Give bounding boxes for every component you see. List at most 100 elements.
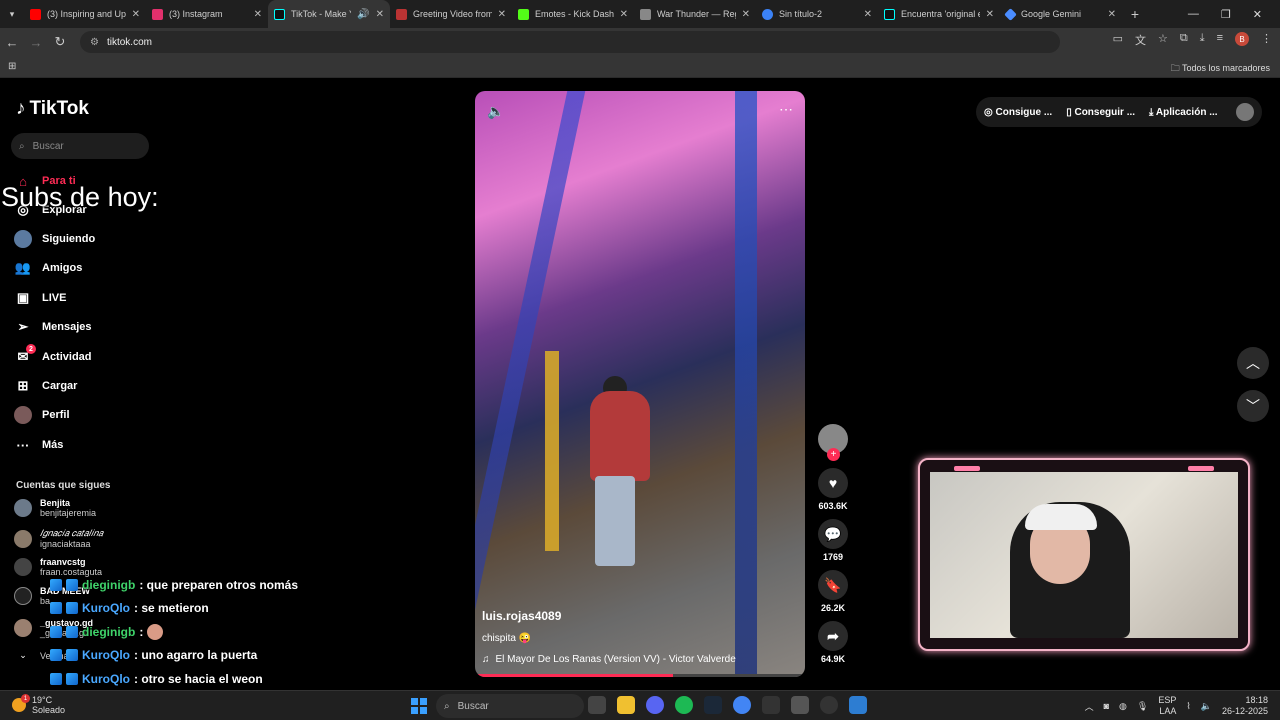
browser-tab[interactable]: Emotes - Kick Dashb ✕ [512, 0, 634, 28]
back-button[interactable]: ← [0, 35, 24, 50]
more-options-icon[interactable]: ⋯ [779, 101, 793, 118]
wifi-icon[interactable]: ⌇ [1186, 701, 1190, 712]
nav-label: Amigos [42, 262, 83, 274]
browser-tab[interactable]: (3) Inspiring and Upli ✕ [24, 0, 146, 28]
extensions-icon[interactable]: ⧉ [1180, 32, 1188, 48]
forward-button[interactable]: → [24, 35, 48, 50]
get-app-button[interactable]: ▯ Conseguir ... [1066, 107, 1135, 118]
close-icon[interactable]: ✕ [132, 9, 140, 20]
share-button[interactable]: ➦ 64.9K [815, 621, 851, 664]
tab-search-button[interactable]: ▾ [0, 0, 24, 28]
video-player[interactable]: 🔈 ⋯ luis.rojas4089 chispita 😜 ♫ El Mayor … [475, 91, 805, 677]
windows-start-icon[interactable] [411, 698, 427, 714]
nav-item-amigos[interactable]: 👥 Amigos [14, 259, 82, 277]
search-input[interactable]: ⌕ Buscar [11, 133, 149, 159]
url-input[interactable]: ⚙ tiktok.com [80, 31, 1060, 53]
tab-title: (3) Instagram [169, 9, 223, 19]
browser-tab[interactable]: Google Gemini ✕ [1000, 0, 1122, 28]
save-button[interactable]: 🔖 26.2K [815, 570, 851, 613]
obs-icon[interactable] [762, 696, 780, 714]
media-icon[interactable]: ≡ [1217, 32, 1223, 48]
task-view-icon[interactable] [588, 696, 606, 714]
close-icon[interactable]: ✕ [986, 9, 994, 20]
tab-title: War Thunder — Regi [657, 9, 736, 19]
minimize-button[interactable]: — [1188, 8, 1199, 21]
volume-icon[interactable]: 🔈 [487, 103, 504, 120]
app-icon[interactable] [820, 696, 838, 714]
close-icon[interactable]: ✕ [498, 9, 506, 20]
close-icon[interactable]: ✕ [742, 9, 750, 20]
close-icon[interactable]: ✕ [620, 9, 628, 20]
profile-avatar[interactable]: B [1235, 32, 1249, 46]
video-progress-bar[interactable] [475, 674, 805, 677]
previous-video-button[interactable]: ︿ [1237, 347, 1269, 379]
user-avatar[interactable] [1236, 103, 1254, 121]
following-account[interactable]: Benjita benjitajeremia [14, 498, 96, 518]
network-app-icon[interactable]: ◙ [1104, 701, 1109, 711]
close-window-button[interactable]: ✕ [1253, 8, 1262, 21]
apps-grid-icon[interactable]: ⊞ [8, 61, 16, 72]
download-app-label: Aplicación ... [1155, 106, 1218, 118]
close-icon[interactable]: ✕ [254, 9, 262, 20]
chrome-icon[interactable] [733, 696, 751, 714]
translate-icon[interactable]: 文 [1135, 32, 1146, 48]
browser-tab[interactable]: War Thunder — Regi ✕ [634, 0, 756, 28]
close-icon[interactable]: ✕ [864, 9, 872, 20]
live-icon: ▣ [16, 290, 30, 305]
nav-item-live[interactable]: ▣ LIVE [14, 289, 67, 307]
bookmark-star-icon[interactable]: ☆ [1158, 32, 1168, 48]
follow-plus-icon[interactable]: + [827, 448, 840, 461]
browser-tab[interactable]: Sin título-2 ✕ [756, 0, 878, 28]
spotify-icon[interactable] [675, 696, 693, 714]
taskbar-search[interactable]: ⌕ Buscar [436, 694, 584, 718]
close-icon[interactable]: ✕ [376, 9, 384, 20]
nav-item-mas[interactable]: ··· Más [14, 436, 64, 454]
speaker-icon[interactable]: 🔈 [1201, 701, 1212, 712]
bookmark-icon: 🔖 [818, 570, 848, 600]
tiktok-logo[interactable]: ♪ TikTok [16, 98, 89, 120]
like-button[interactable]: ♥ 603.6K [815, 468, 851, 511]
get-coins-button[interactable]: ◎ Consigue ... [984, 107, 1052, 118]
nav-item-siguiendo[interactable]: Siguiendo [14, 230, 95, 248]
tab-title: Greeting Video from [413, 9, 492, 19]
weather-widget[interactable]: 1 19°C Soleado [12, 694, 65, 715]
reload-button[interactable]: ↻ [48, 34, 72, 50]
new-tab-button[interactable]: + [1122, 6, 1148, 22]
nav-item-cargar[interactable]: ⊞ Cargar [14, 377, 78, 395]
file-explorer-icon[interactable] [617, 696, 635, 714]
tray-app-icon[interactable]: ◍ [1119, 701, 1127, 712]
language-indicator[interactable]: ESP LAA [1158, 695, 1176, 717]
cast-icon[interactable]: ▭ [1113, 32, 1123, 48]
video-music[interactable]: ♫ El Mayor De Los Ranas (Version VV) - Vi… [482, 654, 736, 665]
steam-icon[interactable] [704, 696, 722, 714]
app-icon[interactable] [849, 696, 867, 714]
clock[interactable]: 18:18 26-12-2025 [1222, 695, 1268, 717]
site-info-icon[interactable]: ⚙ [90, 37, 99, 48]
browser-tab-active[interactable]: TikTok - Make Yo 🔊 ✕ [268, 0, 390, 28]
audio-icon[interactable]: 🔊 [357, 9, 369, 20]
avatar [14, 499, 32, 517]
browser-tab[interactable]: Encuentra 'original e ✕ [878, 0, 1000, 28]
chevron-down-icon: ⌄ [19, 650, 27, 660]
video-author[interactable]: luis.rojas4089 [482, 609, 561, 623]
download-app-button[interactable]: ⤓ Aplicación ... [1149, 107, 1218, 118]
tray-expand-icon[interactable]: ︿ [1085, 700, 1094, 713]
nav-item-mensajes[interactable]: ➢ Mensajes [14, 318, 92, 336]
chat-user: KuroQlo [82, 601, 130, 616]
app-icon[interactable] [791, 696, 809, 714]
close-icon[interactable]: ✕ [1108, 9, 1116, 20]
next-video-button[interactable]: ﹀ [1237, 390, 1269, 422]
browser-tab[interactable]: (3) Instagram ✕ [146, 0, 268, 28]
menu-icon[interactable]: ⋮ [1261, 32, 1272, 48]
download-icon[interactable]: ⤓ [1200, 32, 1205, 48]
microphone-icon[interactable]: 🎙 [1137, 701, 1148, 712]
restore-button[interactable]: ❐ [1221, 8, 1231, 21]
browser-tab[interactable]: Greeting Video from ✕ [390, 0, 512, 28]
comment-button[interactable]: 💬 1769 [815, 519, 851, 562]
discord-icon[interactable] [646, 696, 664, 714]
creator-avatar[interactable]: + [818, 424, 848, 461]
nav-item-actividad[interactable]: ✉ 2 Actividad [14, 344, 92, 366]
following-account[interactable]: 𝐼𝑔𝑛𝑎𝑐𝑖𝑎 𝑐𝑎𝑡𝑎𝑙𝑖𝑛𝑎 ignaciaktaaa [14, 528, 103, 549]
nav-item-perfil[interactable]: Perfil [14, 406, 70, 424]
all-bookmarks-button[interactable]: 🗀 Todos los marcadores [1171, 61, 1270, 77]
